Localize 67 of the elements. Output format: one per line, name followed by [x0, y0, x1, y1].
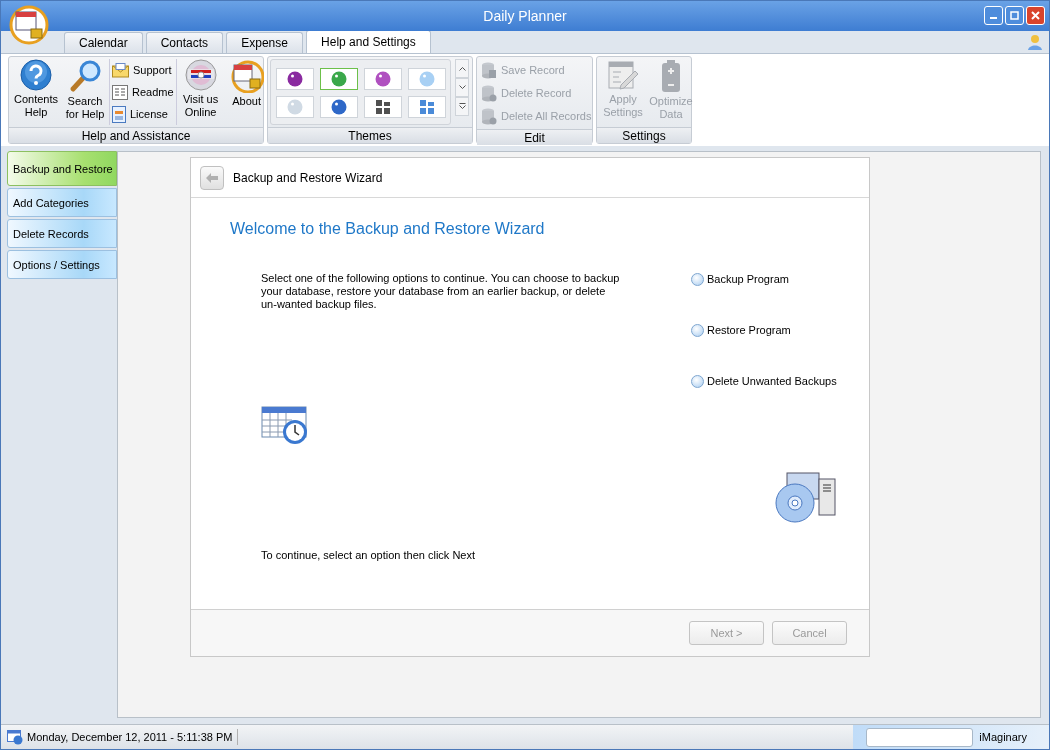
- sidebar-item[interactable]: Add Categories: [7, 188, 117, 217]
- close-icon: [1031, 11, 1040, 20]
- sidebar-item[interactable]: Delete Records: [7, 219, 117, 248]
- theme-swatch[interactable]: [276, 96, 314, 118]
- status-field[interactable]: [866, 727, 974, 747]
- group-label: Help and Assistance: [9, 127, 263, 143]
- wizard-title: Backup and Restore Wizard: [233, 170, 383, 185]
- user-icon[interactable]: [1027, 34, 1043, 50]
- radio-option[interactable]: Restore Program: [691, 323, 869, 337]
- wizard-heading: Welcome to the Backup and Restore Wizard: [230, 220, 546, 238]
- ribbon-tab[interactable]: Help and Settings: [306, 30, 431, 53]
- theme-swatch[interactable]: [320, 68, 358, 90]
- theme-swatch[interactable]: [364, 96, 402, 118]
- ribbon-button[interactable]: Search for Help: [63, 59, 107, 121]
- question-icon: [20, 59, 52, 91]
- chevron-down-icon: [458, 85, 466, 90]
- group-label: Edit: [477, 129, 592, 145]
- back-button[interactable]: [200, 165, 224, 190]
- maximize-button[interactable]: [1005, 6, 1024, 25]
- chevron-up-icon: [458, 66, 466, 71]
- ribbon-button[interactable]: Support: [112, 59, 174, 81]
- theme-swatch[interactable]: [276, 68, 314, 90]
- database-icon: [481, 107, 497, 125]
- ribbon-tab[interactable]: Calendar: [64, 32, 143, 53]
- gallery-expand-button[interactable]: [455, 97, 469, 116]
- expand-icon: [458, 103, 466, 110]
- brand-label: iMaginary: [979, 731, 1027, 743]
- description-text: Select one of the following options to continue. You can choose to backup your database, restore your database from an earlier backup, or delete un-wanted backup files.: [261, 272, 621, 311]
- calendar-clock-icon: [229, 59, 264, 93]
- status-datetime: Monday, December 12, 2011 - 5:11:38 PM: [23, 729, 239, 745]
- ribbon-button[interactable]: Visit us Online: [178, 59, 223, 119]
- ribbon-button[interactable]: About: [224, 59, 269, 108]
- theme-swatch[interactable]: [364, 68, 402, 90]
- window-title: Daily Planner: [483, 8, 567, 24]
- ribbon-button[interactable]: Readme: [112, 81, 174, 103]
- database-icon: [481, 84, 497, 102]
- envelope-icon: [112, 62, 129, 78]
- disc-icon: [184, 59, 217, 91]
- instruction-text: To continue, select an option then click Next: [261, 549, 476, 561]
- minimize-button[interactable]: [984, 6, 1003, 25]
- group-label: Themes: [268, 127, 472, 143]
- scroll-up-button[interactable]: [455, 59, 469, 78]
- form-pencil-icon: [607, 59, 639, 91]
- magnifier-icon: [68, 59, 102, 93]
- database-icon: [481, 61, 497, 79]
- calendar-clock-icon: [261, 406, 309, 446]
- close-button[interactable]: [1026, 6, 1045, 25]
- radio-option[interactable]: Backup Program: [691, 272, 869, 286]
- page-icon: [112, 105, 126, 123]
- sidebar-item[interactable]: Options / Settings: [7, 250, 117, 279]
- ribbon-tab[interactable]: Contacts: [145, 32, 224, 53]
- calendar-clock-icon: [7, 729, 23, 745]
- theme-swatch[interactable]: [320, 96, 358, 118]
- sidebar-item[interactable]: Backup and Restore: [7, 151, 117, 186]
- ribbon-button[interactable]: License: [112, 103, 174, 125]
- back-arrow-icon: [206, 172, 218, 183]
- radio-option[interactable]: Delete Unwanted Backups: [691, 374, 869, 388]
- group-label: Settings: [597, 127, 691, 143]
- app-logo[interactable]: [9, 5, 49, 45]
- battery-icon: [660, 59, 682, 93]
- document-icon: [112, 84, 128, 100]
- theme-swatch[interactable]: [408, 68, 446, 90]
- computer-disc-icon: [775, 471, 839, 525]
- maximize-icon: [1010, 11, 1019, 20]
- ribbon-tab[interactable]: Expense: [226, 32, 304, 53]
- theme-swatch[interactable]: [408, 96, 446, 118]
- ribbon-button[interactable]: Contents Help: [11, 59, 61, 119]
